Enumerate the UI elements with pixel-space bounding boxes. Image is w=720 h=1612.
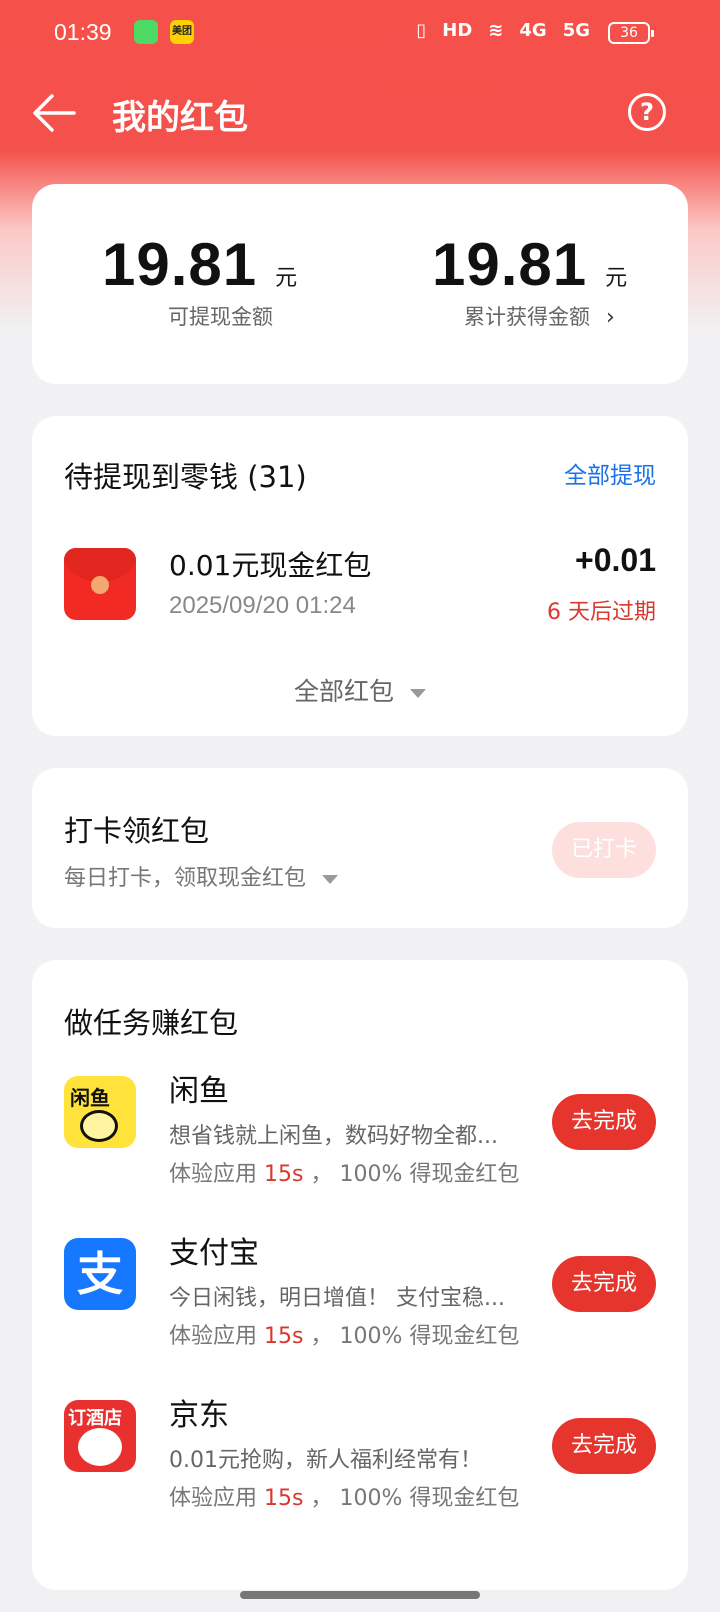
status-indicators: ▯ HD ≋ 4G 5G <box>416 20 590 41</box>
red-packet-date: 2025/09/20 01:24 <box>169 592 356 619</box>
task-item-jd: 订酒店 京东 0.01元抢购，新人福利经常有！ 体验应用 15s ， 100% … <box>32 1384 688 1524</box>
pending-withdrawal-card: 待提现到零钱 (31) 全部提现 0.01元现金红包 2025/09/20 01… <box>32 416 688 736</box>
total-earned-label-row: 累计获得金额 › <box>464 301 627 331</box>
task-name: 京东 <box>169 1398 229 1433</box>
task-reward: 体验应用 15s ， 100% 得现金红包 <box>169 1324 520 1349</box>
task-description: 今日闲钱，明日增值！ 支付宝稳... <box>169 1286 505 1311</box>
checkin-subtitle: 每日打卡，领取现金红包 <box>64 866 307 891</box>
complete-task-button[interactable]: 去完成 <box>552 1418 656 1474</box>
red-packet-icon <box>64 548 136 620</box>
task-item-alipay: 支 支付宝 今日闲钱，明日增值！ 支付宝稳... 体验应用 15s ， 100%… <box>32 1222 688 1362</box>
task-description: 想省钱就上闲鱼，数码好物全都... <box>169 1124 498 1149</box>
message-notification-icon <box>134 20 158 44</box>
signal-4g-icon: 4G <box>519 20 547 41</box>
complete-task-button[interactable]: 去完成 <box>552 1256 656 1312</box>
status-bar: 01:39 美团 ▯ HD ≋ 4G 5G 36 <box>0 0 720 66</box>
hd-icon: HD <box>442 20 473 41</box>
total-earned-label: 累计获得金额 <box>464 305 590 329</box>
page-title: 我的红包 <box>112 98 248 138</box>
back-button[interactable] <box>30 90 80 136</box>
triangle-down-icon <box>322 874 339 884</box>
task-reward: 体验应用 15s ， 100% 得现金红包 <box>169 1486 520 1511</box>
jd-app-icon: 订酒店 <box>64 1400 136 1472</box>
task-reward: 体验应用 15s ， 100% 得现金红包 <box>169 1162 520 1187</box>
red-packet-amount: +0.01 <box>575 542 656 578</box>
checkin-title: 打卡领红包 <box>64 814 210 848</box>
arrow-left-icon <box>33 94 76 132</box>
withdrawable-amount: 19.81 <box>102 231 258 298</box>
all-red-packets-toggle[interactable]: 全部红包 <box>32 672 688 708</box>
tasks-card: 做任务赚红包 闲鱼 闲鱼 想省钱就上闲鱼，数码好物全都... 体验应用 15s … <box>32 960 688 1590</box>
tasks-title: 做任务赚红包 <box>64 1006 239 1040</box>
withdrawable-label: 可提现金额 <box>168 305 273 329</box>
red-packet-expiry: 6 天后过期 <box>547 600 656 625</box>
complete-task-button[interactable]: 去完成 <box>552 1094 656 1150</box>
total-earned-section[interactable]: 19.81 元 累计获得金额 › <box>432 230 627 331</box>
triangle-down-icon <box>410 688 426 698</box>
checked-in-button[interactable]: 已打卡 <box>552 822 656 878</box>
total-earned-amount: 19.81 <box>432 231 588 298</box>
task-name: 闲鱼 <box>169 1074 229 1109</box>
checkin-card: 打卡领红包 每日打卡，领取现金红包 已打卡 <box>32 768 688 928</box>
xianyu-app-icon: 闲鱼 <box>64 1076 136 1148</box>
withdrawable-unit: 元 <box>275 266 298 291</box>
withdraw-all-link[interactable]: 全部提现 <box>564 456 656 490</box>
red-packet-title: 0.01元现金红包 <box>169 549 372 582</box>
balance-summary-card: 19.81 元 可提现金额 19.81 元 累计获得金额 › <box>32 184 688 384</box>
home-indicator[interactable] <box>240 1591 480 1599</box>
all-red-packets-label: 全部红包 <box>293 677 394 706</box>
task-name: 支付宝 <box>169 1236 259 1271</box>
total-earned-unit: 元 <box>605 266 628 291</box>
battery-icon: 36 <box>608 22 654 44</box>
status-time: 01:39 <box>54 19 112 45</box>
signal-5g-icon: 5G <box>562 20 590 41</box>
chevron-right-icon: › <box>606 305 615 330</box>
withdrawable-section: 19.81 元 可提现金额 <box>102 230 297 331</box>
checkin-subtitle-row[interactable]: 每日打卡，领取现金红包 <box>64 860 339 892</box>
alipay-app-icon: 支 <box>64 1238 136 1310</box>
task-item-xianyu: 闲鱼 闲鱼 想省钱就上闲鱼，数码好物全都... 体验应用 15s ， 100% … <box>32 1060 688 1200</box>
app-header: 我的红包 ? <box>0 78 720 148</box>
wifi-icon: ≋ <box>488 20 504 41</box>
task-description: 0.01元抢购，新人福利经常有！ <box>169 1448 482 1473</box>
meituan-notification-icon: 美团 <box>170 20 194 44</box>
help-button[interactable]: ? <box>628 93 666 131</box>
pending-title: 待提现到零钱 (31) <box>64 460 307 494</box>
vibrate-icon: ▯ <box>416 20 427 41</box>
